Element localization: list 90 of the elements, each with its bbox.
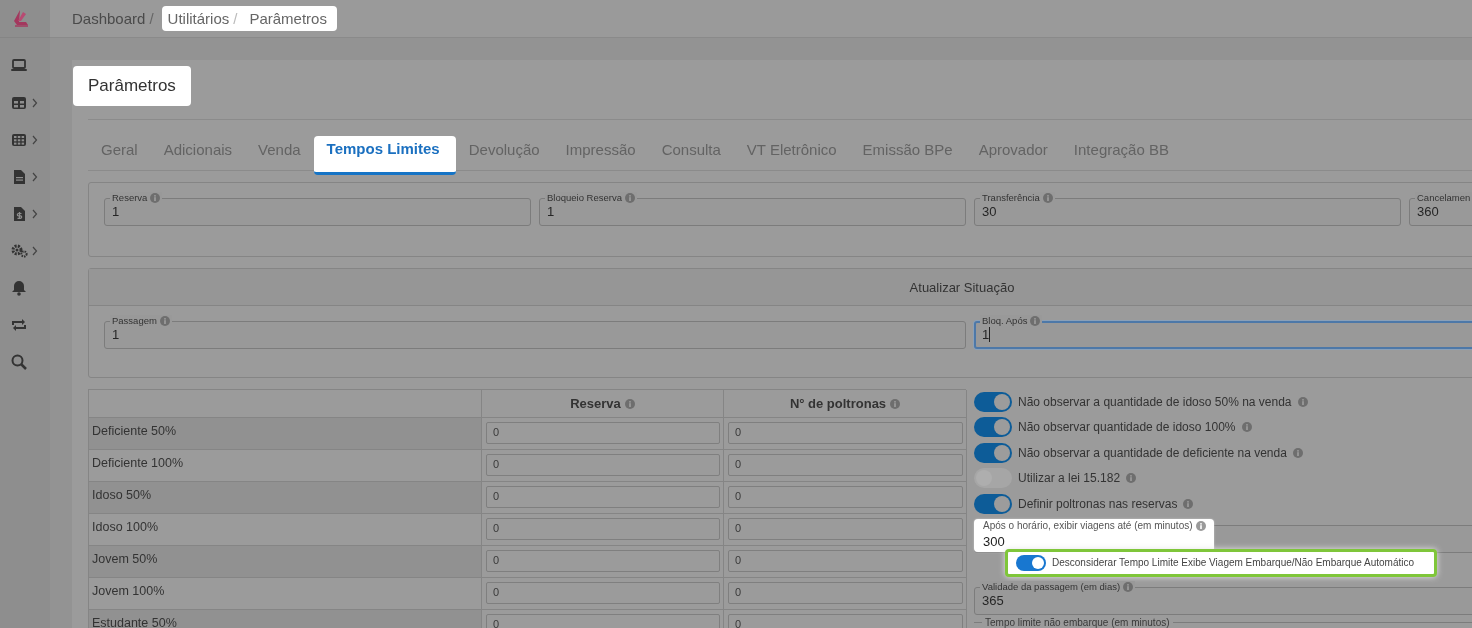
- bell-icon: [10, 278, 28, 297]
- info-icon: [1126, 473, 1137, 484]
- breadcrumb-link[interactable]: Dashboard: [72, 6, 146, 31]
- table-cell: Idoso 50%: [89, 482, 482, 514]
- breadcrumb-link[interactable]: Utilitários: [167, 6, 230, 31]
- table-cell: Jovem 50%: [89, 546, 482, 578]
- text-field[interactable]: 1 Reserva: [104, 192, 531, 226]
- switch-label: Utilizar a lei 15.182: [1018, 471, 1121, 486]
- switch-label: Não observar quantidade de idoso 100%: [1018, 420, 1236, 435]
- breadcrumb-separator: /: [232, 10, 239, 27]
- field-label: Bloq. Após: [982, 315, 1028, 327]
- field-label: Validade da passagem (em dias): [982, 580, 1121, 593]
- number-field[interactable]: 0: [728, 582, 963, 604]
- chevron-right-icon: [32, 208, 38, 219]
- number-field[interactable]: 0: [728, 486, 963, 508]
- breadcrumb-separator: /: [148, 10, 155, 27]
- number-field[interactable]: 0: [486, 454, 720, 476]
- text-field[interactable]: 1 Passagem: [104, 315, 966, 349]
- tab[interactable]: Adicionais: [150, 137, 246, 171]
- info-icon: [1183, 498, 1194, 509]
- info-icon: [159, 316, 170, 326]
- logo-icon: [11, 9, 31, 28]
- info-icon: [1241, 422, 1252, 433]
- toggle-switch[interactable]: [974, 493, 1012, 514]
- tab[interactable]: Tempos Limites: [313, 136, 456, 175]
- tab[interactable]: Emissão BPe: [849, 137, 966, 171]
- number-field[interactable]: 0: [728, 518, 963, 540]
- column-title: N° de poltronas: [789, 396, 887, 411]
- tab[interactable]: Impressão: [552, 137, 649, 171]
- chevron-right-icon: [32, 245, 38, 256]
- tab[interactable]: Geral: [88, 137, 151, 171]
- number-field[interactable]: 0: [486, 550, 720, 572]
- info-icon: [1195, 520, 1206, 531]
- section-title: Atualizar Situação: [909, 279, 1015, 295]
- search-icon: [10, 352, 28, 371]
- field-value: 365: [982, 592, 1004, 608]
- toggle-switch[interactable]: [974, 391, 1012, 412]
- number-field[interactable]: 0: [486, 614, 720, 628]
- field-value: 30: [982, 204, 997, 219]
- info-icon: [890, 398, 901, 409]
- field-label: Bloqueio Reserva: [547, 192, 622, 204]
- table-cell: Estudante 50%: [89, 610, 482, 628]
- field-label: Após o horário, exibir viagens até (em minutos): [983, 519, 1193, 532]
- text-field[interactable]: 30 Transferência: [974, 192, 1401, 226]
- info-icon: [1042, 193, 1053, 203]
- field-label: Tempo limite não embarque (em minutos): [982, 617, 1173, 628]
- info-icon: [150, 193, 161, 203]
- number-field[interactable]: 0: [486, 582, 720, 604]
- tab[interactable]: Integração BB: [1060, 137, 1182, 171]
- info-icon: [1297, 396, 1308, 407]
- tab[interactable]: Aprovador: [965, 137, 1061, 171]
- info-icon: [624, 398, 635, 409]
- number-field[interactable]: 0: [728, 550, 963, 572]
- switch-label: Não observar a quantidade de deficiente na venda: [1018, 445, 1287, 460]
- chevron-right-icon: [32, 134, 38, 145]
- tab[interactable]: Consulta: [648, 137, 734, 171]
- chevron-right-icon: [32, 171, 38, 182]
- info-icon: [1292, 447, 1303, 458]
- field-label: Transferência: [982, 192, 1040, 204]
- field-value: 1: [112, 327, 120, 342]
- switch-label: Não observar a quantidade de idoso 50% na venda: [1018, 394, 1292, 409]
- number-field[interactable]: 0: [728, 422, 963, 444]
- field-label: Cancelamen: [1417, 192, 1471, 204]
- tab[interactable]: Venda: [245, 137, 314, 171]
- switch-label: Desconsiderar Tempo Limite Exibe Viagem Embarque/Não Embarque Automático: [1052, 557, 1415, 568]
- switch-label: Definir poltronas nas reservas: [1018, 496, 1178, 511]
- number-field[interactable]: 0: [486, 422, 720, 444]
- toggle-switch[interactable]: [1016, 554, 1046, 571]
- chevron-right-icon: [32, 97, 38, 108]
- field-label: Passagem: [112, 315, 157, 327]
- page-title: Parâmetros: [73, 66, 191, 106]
- number-field[interactable]: 0: [728, 454, 963, 476]
- tab[interactable]: VT Eletrônico: [733, 137, 850, 171]
- field-value: 1: [547, 204, 555, 219]
- info-icon: [1123, 581, 1134, 592]
- number-field[interactable]: 0: [728, 614, 963, 628]
- table-cell: Deficiente 50%: [89, 418, 482, 450]
- column-title: Reserva: [570, 396, 621, 411]
- info-icon: [1030, 316, 1041, 326]
- toggle-switch[interactable]: [974, 417, 1012, 438]
- field-value: 300: [983, 533, 1006, 549]
- breadcrumb-link[interactable]: Parâmetros: [249, 6, 327, 31]
- info-icon: [625, 193, 635, 203]
- field-label: Reserva: [112, 192, 148, 204]
- number-field[interactable]: 0: [486, 518, 720, 540]
- field-value: 1: [112, 204, 120, 219]
- toggle-switch[interactable]: [974, 442, 1012, 463]
- text-field[interactable]: 1 Bloqueio Reserva: [539, 192, 966, 226]
- number-field[interactable]: 0: [486, 486, 720, 508]
- field-value: 360: [1417, 204, 1439, 219]
